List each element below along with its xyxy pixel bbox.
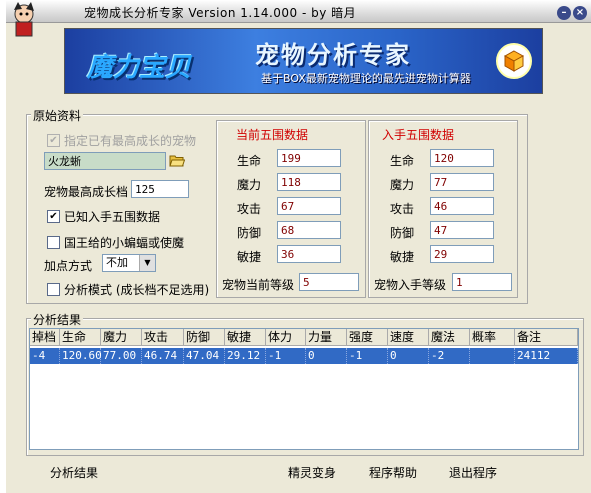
col-header[interactable]: 力量 [306, 329, 347, 346]
col-header[interactable]: 强度 [347, 329, 388, 346]
table-cell: 0 [306, 348, 347, 364]
current-def-label: 防御 [237, 226, 262, 240]
table-row[interactable]: -4 120.60 77.00 46.74 47.04 29.12 -1 0 -… [30, 348, 578, 364]
box-icon [496, 43, 532, 79]
col-header[interactable]: 魔力 [101, 329, 142, 346]
banner-subtitle: 基于BOX最新宠物理论的最先进宠物计算器 [261, 72, 471, 85]
initial-stats-title: 入手五围数据 [382, 128, 455, 142]
initial-level-field[interactable]: 1 [452, 273, 512, 291]
table-cell: -2 [429, 348, 470, 364]
results-group-label: 分析结果 [31, 311, 84, 328]
king-bat-label: 国王给的小蝙蝠或使魔 [64, 236, 185, 250]
table-cell [470, 348, 515, 364]
point-mode-select[interactable]: 不加 ▼ [102, 254, 156, 272]
initial-level-label: 宠物入手等级 [374, 278, 447, 292]
banner: 魔力宝贝 宠物分析专家 基于BOX最新宠物理论的最先进宠物计算器 [64, 28, 543, 94]
table-cell: 77.00 [101, 348, 142, 364]
col-header[interactable]: 体力 [266, 329, 306, 346]
initial-agi-field[interactable]: 29 [430, 245, 494, 263]
minimize-button[interactable]: – [557, 6, 571, 20]
analyze-result-button[interactable]: 分析结果 [50, 464, 98, 481]
initial-agi-label: 敏捷 [390, 250, 415, 264]
analysis-mode-label: 分析模式 (成长档不足选用) [64, 283, 210, 297]
current-agi-field[interactable]: 36 [277, 245, 341, 263]
known-stats-label: 已知入手五围数据 [64, 210, 161, 224]
results-table[interactable]: 掉档 生命 魔力 攻击 防御 敏捷 体力 力量 强度 速度 魔法 概率 备注 -… [29, 328, 579, 450]
table-cell: 0 [388, 348, 429, 364]
pet-name-field[interactable]: 火龙蜥 [44, 152, 166, 170]
col-header[interactable]: 防御 [184, 329, 225, 346]
table-cell: -1 [266, 348, 306, 364]
initial-atk-field[interactable]: 46 [430, 197, 494, 215]
current-level-field[interactable]: 5 [299, 273, 359, 291]
initial-mp-label: 魔力 [390, 178, 415, 192]
known-stats-checkbox[interactable]: ✔ [47, 210, 60, 223]
point-mode-label: 加点方式 [44, 259, 93, 273]
app-window: 宠物成长分析专家 Version 1.14.000 - by 暗月 – × 魔力… [6, 0, 591, 493]
close-button[interactable]: × [573, 6, 587, 20]
mascot-icon [14, 2, 34, 37]
title-bar[interactable]: 宠物成长分析专家 Version 1.14.000 - by 暗月 – × [6, 0, 591, 23]
initial-atk-label: 攻击 [390, 202, 415, 216]
banner-logo: 魔力宝贝 [87, 53, 192, 83]
col-header[interactable]: 敏捷 [225, 329, 266, 346]
table-cell: -4 [30, 348, 60, 364]
initial-mp-field[interactable]: 77 [430, 173, 494, 191]
current-mp-label: 魔力 [237, 178, 262, 192]
folder-open-icon[interactable] [169, 154, 185, 167]
initial-def-field[interactable]: 47 [430, 221, 494, 239]
table-cell: 47.04 [184, 348, 225, 364]
max-growth-field[interactable]: 125 [131, 180, 189, 198]
table-cell: 46.74 [142, 348, 184, 364]
col-header[interactable]: 攻击 [142, 329, 184, 346]
table-cell: 29.12 [225, 348, 266, 364]
elf-transform-button[interactable]: 精灵变身 [288, 464, 336, 481]
initial-hp-label: 生命 [390, 154, 415, 168]
help-button[interactable]: 程序帮助 [369, 464, 417, 481]
current-stats-title: 当前五围数据 [236, 128, 309, 142]
highest-growth-label: 指定已有最高成长的宠物 [64, 134, 197, 148]
raw-data-group-label: 原始资料 [31, 107, 84, 124]
current-hp-field[interactable]: 199 [277, 149, 341, 167]
col-header[interactable]: 速度 [388, 329, 429, 346]
max-growth-label: 宠物最高成长档 [44, 185, 129, 199]
current-hp-label: 生命 [237, 154, 262, 168]
table-cell: 120.60 [62, 348, 102, 364]
current-agi-label: 敏捷 [237, 250, 262, 264]
chevron-down-icon[interactable]: ▼ [139, 255, 155, 271]
col-header[interactable]: 掉档 [30, 329, 60, 346]
current-atk-field[interactable]: 67 [277, 197, 341, 215]
initial-hp-field[interactable]: 120 [430, 149, 494, 167]
current-def-field[interactable]: 68 [277, 221, 341, 239]
initial-def-label: 防御 [390, 226, 415, 240]
analysis-mode-checkbox[interactable] [47, 283, 60, 296]
col-header[interactable]: 备注 [515, 329, 578, 346]
current-level-label: 宠物当前等级 [222, 278, 295, 292]
current-mp-field[interactable]: 118 [277, 173, 341, 191]
point-mode-value: 不加 [106, 256, 128, 269]
highest-growth-checkbox[interactable]: ✔ [47, 134, 60, 147]
king-bat-checkbox[interactable] [47, 236, 60, 249]
window-title: 宠物成长分析专家 Version 1.14.000 - by 暗月 [84, 6, 357, 20]
table-cell: -1 [347, 348, 388, 364]
col-header[interactable]: 生命 [60, 329, 101, 346]
exit-button[interactable]: 退出程序 [449, 464, 497, 481]
col-header[interactable]: 概率 [470, 329, 515, 346]
current-atk-label: 攻击 [237, 202, 262, 216]
banner-title: 宠物分析专家 [255, 41, 411, 69]
col-header[interactable]: 魔法 [429, 329, 470, 346]
table-cell: 24112 [515, 348, 578, 364]
